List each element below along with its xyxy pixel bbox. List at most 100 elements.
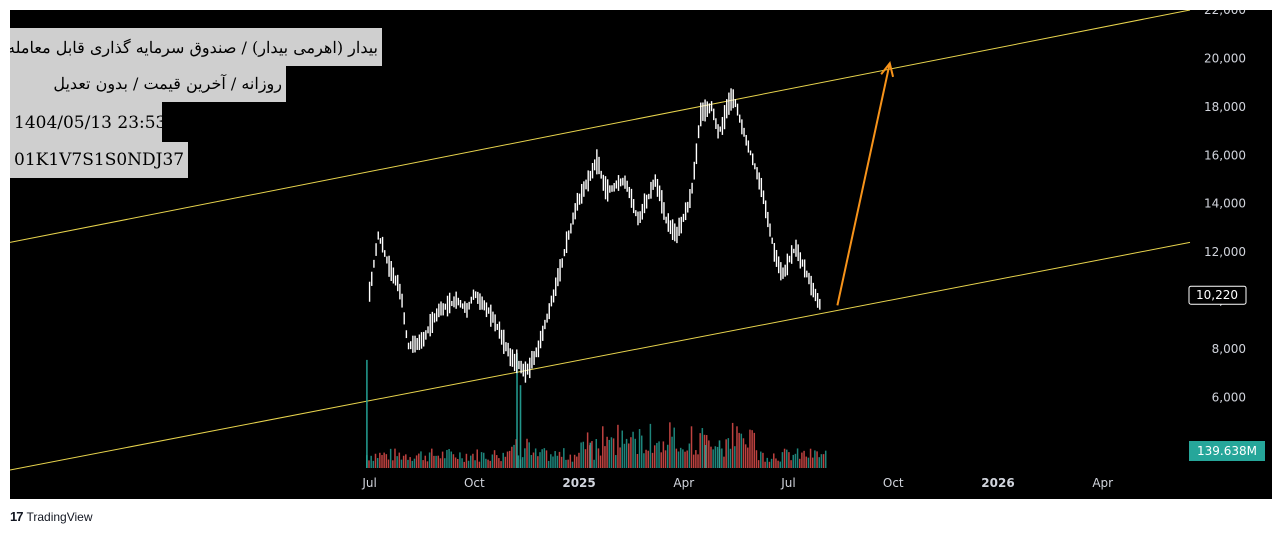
x-tick-label: Oct: [464, 476, 485, 490]
volume-bar: [565, 459, 567, 468]
volume-bar: [387, 459, 390, 468]
volume-bar: [578, 452, 580, 468]
volume-bar: [617, 424, 619, 468]
volume-bar: [727, 438, 730, 468]
volume-bar: [651, 452, 654, 468]
y-tick-label: 14,000: [1204, 197, 1246, 211]
volume-bar: [781, 452, 784, 468]
volume-bar: [376, 458, 379, 468]
volume-bar: [485, 458, 487, 468]
volume-bar: [433, 455, 435, 468]
volume-bar: [439, 458, 442, 468]
volume-bar: [807, 457, 810, 468]
volume-bar: [534, 448, 537, 468]
x-tick-label: Apr: [673, 476, 694, 490]
volume-bar: [751, 430, 753, 468]
volume-bar: [816, 451, 818, 468]
volume-bar: [779, 461, 782, 468]
volume-bar: [385, 454, 388, 468]
volume-bar: [602, 426, 604, 468]
volume-bar: [383, 452, 385, 468]
volume-bar: [621, 430, 624, 468]
volume-bar: [822, 454, 825, 468]
volume-bar: [608, 439, 611, 468]
volume-bar: [803, 450, 805, 468]
volume-bar: [521, 457, 524, 468]
volume-bar: [712, 449, 714, 468]
projection-arrow-shaft: [836, 63, 891, 306]
volume-bar: [435, 455, 437, 468]
volume-bar: [764, 461, 766, 468]
volume-bar: [517, 455, 520, 468]
volume-bar: [474, 460, 476, 468]
volume-bar: [392, 460, 394, 468]
volume-bar: [469, 455, 472, 468]
volume-bar: [400, 459, 403, 468]
volume-bar: [452, 454, 455, 468]
volume-bar: [381, 455, 383, 468]
volume-bar: [740, 433, 743, 468]
volume-bar: [777, 460, 779, 468]
volume-bar: [426, 461, 429, 468]
volume-bar: [627, 443, 630, 468]
volume-bar: [495, 455, 498, 468]
tradingview-logo[interactable]: 17 TradingView: [10, 509, 93, 524]
volume-bar: [684, 451, 686, 468]
volume-bar: [402, 455, 405, 468]
volume-bar: [489, 460, 491, 468]
volume-bar: [368, 460, 370, 468]
volume-bar: [615, 455, 617, 468]
volume-bar: [424, 455, 427, 468]
volume-bar: [370, 455, 372, 468]
volume-bar: [770, 458, 773, 468]
volume-bar: [405, 454, 407, 468]
tradingview-mark-icon: 17: [10, 509, 24, 524]
volume-tag: 139.638M: [1197, 444, 1257, 458]
volume-bar: [656, 442, 658, 468]
chart-title: بیدار (اهرمی بیدار) / صندوق سرمایه گذاری…: [10, 28, 382, 66]
y-tick-label: 8,000: [1212, 342, 1246, 356]
volume-bar: [554, 451, 556, 468]
volume-bar: [736, 426, 738, 468]
volume-bar: [682, 449, 684, 468]
volume-bar: [671, 436, 673, 468]
channel-lower-line: [10, 241, 1191, 471]
volume-bar: [569, 454, 572, 468]
y-tick-label: 12,000: [1204, 245, 1246, 259]
volume-bar: [539, 452, 541, 468]
volume-bar: [809, 448, 812, 468]
volume-bar: [673, 427, 675, 468]
volume-bar: [625, 438, 628, 468]
volume-bar: [500, 461, 502, 468]
volume-bar: [757, 460, 760, 468]
volume-bar: [526, 438, 528, 468]
volume-bar: [688, 443, 691, 468]
volume-bar: [742, 438, 745, 468]
symbol-name[interactable]: اهرمی بیدار: [104, 0, 148, 10]
chart-area[interactable]: 6,0008,00010,00012,00014,00016,00018,000…: [10, 10, 1272, 499]
volume-bar: [591, 441, 593, 468]
chart-code: 01K1V7S1S0NDJ37: [10, 142, 188, 178]
volume-bar: [459, 452, 461, 468]
volume-bar: [630, 437, 632, 468]
volume-bar: [697, 454, 699, 468]
volume-bar: [450, 451, 453, 468]
price-change: +320 (+3.23%): [24, 0, 96, 10]
volume-bar: [775, 458, 777, 468]
volume-bar: [543, 448, 546, 468]
volume-bar: [721, 448, 723, 468]
volume-bar: [664, 450, 667, 468]
volume-bar: [537, 456, 539, 468]
volume-spike-bar: [718, 440, 721, 468]
volume-bar: [480, 452, 483, 468]
volume-bar: [632, 431, 634, 468]
volume-bar: [725, 439, 727, 468]
volume-bar: [820, 454, 823, 468]
volume-bar: [744, 444, 747, 468]
volume-bar: [511, 446, 513, 468]
volume-bar: [690, 426, 693, 468]
volume-bar: [394, 448, 396, 468]
volume-bar: [731, 422, 734, 468]
volume-bar: [493, 450, 496, 468]
volume-bar: [463, 461, 465, 468]
